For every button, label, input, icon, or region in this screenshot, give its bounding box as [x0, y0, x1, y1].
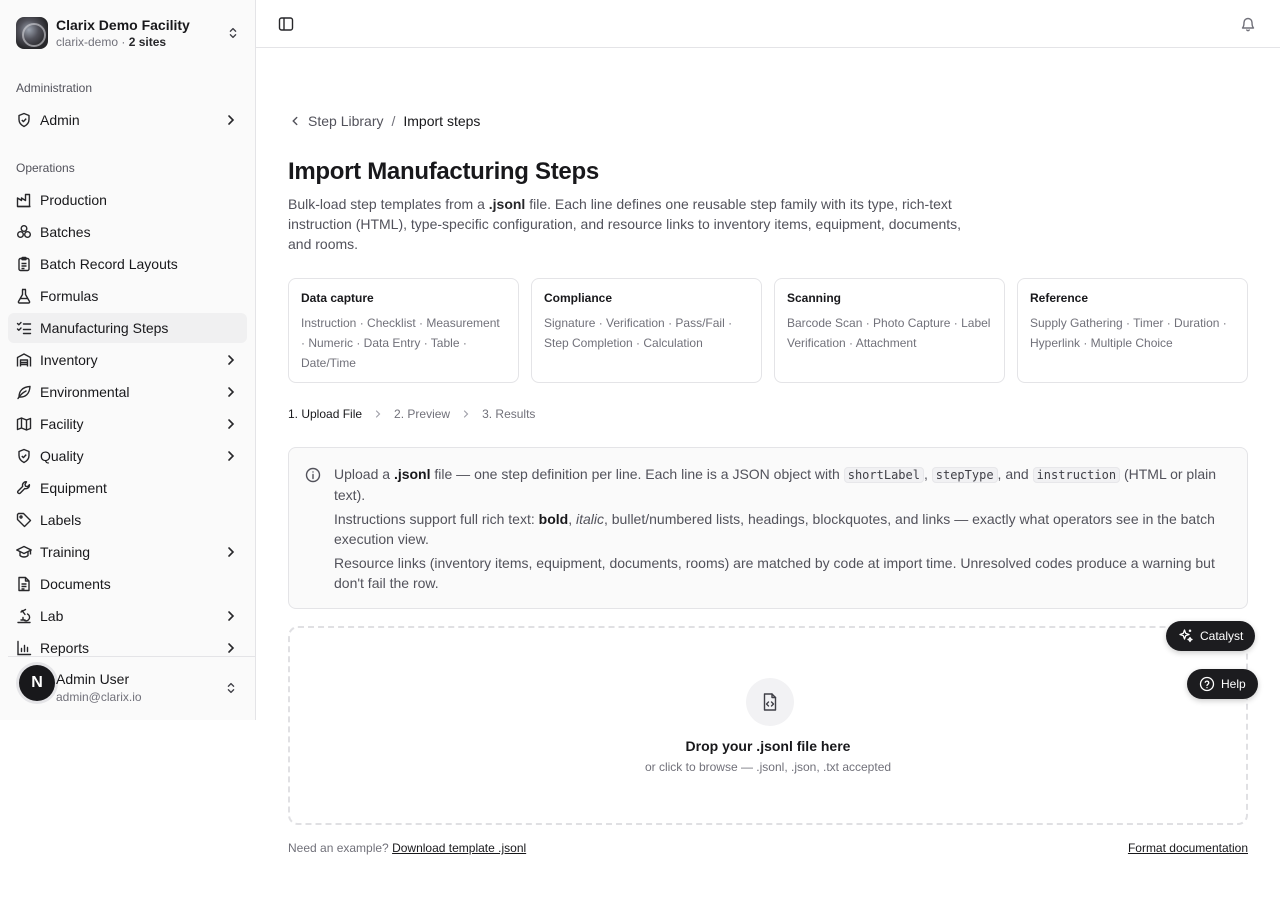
shield-check-icon [16, 448, 32, 464]
file-text-icon [16, 576, 32, 592]
sidebar-item-batches[interactable]: Batches [8, 217, 247, 247]
sidebar-item-labels[interactable]: Labels [8, 505, 247, 535]
help-circle-icon [1199, 676, 1215, 692]
chevron-right-icon [375, 410, 381, 418]
user-name: Admin User [56, 671, 130, 687]
wizard-stepper: 1. Upload File 2. Preview 3. Results [288, 407, 535, 421]
file-code-icon [746, 678, 794, 726]
boxes-icon [16, 224, 32, 240]
sparkles-icon [1179, 629, 1193, 643]
chevron-right-icon [228, 451, 235, 461]
chevron-right-icon [228, 643, 235, 653]
chevron-right-icon [228, 611, 235, 621]
microscope-icon [16, 608, 32, 624]
sidebar-item-quality[interactable]: Quality [8, 441, 247, 471]
warehouse-icon [16, 352, 32, 368]
sidebar-item-documents[interactable]: Documents [8, 569, 247, 599]
sidebar-item-inventory[interactable]: Inventory [8, 345, 247, 375]
format-documentation-link[interactable]: Format documentation [1128, 841, 1248, 855]
sidebar-item-batch-record-layouts[interactable]: Batch Record Layouts [8, 249, 247, 279]
org-subtitle: clarix-demo · 2 sites [56, 34, 167, 49]
sidebar-item-facility[interactable]: Facility [8, 409, 247, 439]
chevron-right-icon [228, 387, 235, 397]
group-label-administration: Administration [16, 81, 93, 95]
dropzone-subtitle: or click to browse — .jsonl, .json, .txt… [644, 760, 892, 774]
sidebar-item-production[interactable]: Production [8, 185, 247, 215]
flask-icon [16, 288, 32, 304]
sidebar: Clarix Demo Facility clarix-demo · 2 sit… [0, 0, 256, 720]
file-dropzone[interactable]: Drop your .jsonl file here or click to b… [288, 626, 1248, 825]
chevrons-up-down-icon [227, 682, 235, 694]
wrench-icon [16, 480, 32, 496]
sidebar-item-manufacturing-steps[interactable]: Manufacturing Steps [8, 313, 247, 343]
graduation-cap-icon [16, 544, 32, 560]
format-info-panel: Upload a .jsonl file — one step definiti… [288, 447, 1248, 609]
page-description: Bulk-load step templates from a .jsonl f… [288, 196, 962, 252]
breadcrumb: Step Library / Import steps [288, 113, 480, 129]
breadcrumb-step-library[interactable]: Step Library [308, 113, 383, 129]
download-template-link[interactable]: Download template .jsonl [392, 841, 526, 855]
user-email: admin@clarix.io [56, 690, 142, 704]
clipboard-list-icon [16, 256, 32, 272]
chevron-right-icon [228, 547, 235, 557]
group-label-operations: Operations [16, 161, 75, 175]
sidebar-item-admin[interactable]: Admin [8, 105, 247, 135]
avatar: N [19, 665, 55, 701]
dropzone-title: Drop your .jsonl file here [685, 738, 851, 754]
info-paragraph-resources: Resource links (inventory items, equipme… [334, 555, 1215, 591]
sidebar-item-equipment[interactable]: Equipment [8, 473, 247, 503]
tag-icon [16, 512, 32, 528]
catalyst-button[interactable]: Catalyst [1166, 621, 1256, 651]
help-button[interactable]: Help [1187, 669, 1258, 699]
bell-icon[interactable] [1240, 16, 1256, 32]
step-type-card-reference: Reference Supply Gathering · Timer · Dur… [1017, 278, 1248, 383]
chevron-right-icon [228, 115, 235, 125]
list-checks-icon [16, 320, 32, 336]
step-preview: 2. Preview [394, 407, 451, 421]
info-paragraph-format: Upload a .jsonl file — one step definiti… [334, 466, 1217, 503]
page-title: Import Manufacturing Steps [288, 158, 599, 185]
step-type-card-scanning: Scanning Barcode Scan · Photo Capture · … [774, 278, 1005, 383]
step-upload-file: 1. Upload File [288, 407, 363, 421]
step-results: 3. Results [482, 407, 536, 421]
factory-icon [16, 192, 32, 208]
sidebar-item-environmental[interactable]: Environmental [8, 377, 247, 407]
topbar [256, 0, 1280, 48]
map-icon [16, 416, 32, 432]
info-icon [305, 467, 321, 483]
breadcrumb-current: Import steps [403, 113, 481, 129]
user-menu[interactable]: N Admin User admin@clarix.io [8, 656, 255, 716]
org-name: Clarix Demo Facility [56, 16, 190, 33]
chevron-right-icon [228, 419, 235, 429]
info-paragraph-richtext: Instructions support full rich text: bol… [334, 511, 1215, 547]
sidebar-toggle-icon[interactable] [278, 16, 294, 32]
org-switcher[interactable]: Clarix Demo Facility clarix-demo · 2 sit… [16, 16, 240, 50]
footer-example: Need an example? Download template .json… [288, 841, 527, 855]
org-logo [16, 17, 48, 49]
bar-chart-icon [16, 640, 32, 656]
sidebar-item-lab[interactable]: Lab [8, 601, 247, 631]
chevron-left-icon[interactable] [288, 114, 302, 128]
chevrons-up-down-icon [229, 27, 237, 39]
step-type-card-compliance: Compliance Signature · Verification · Pa… [531, 278, 762, 383]
chevron-right-icon [228, 355, 235, 365]
step-type-card-data-capture: Data capture Instruction · Checklist · M… [288, 278, 519, 383]
shield-check-icon [16, 112, 32, 128]
sidebar-item-training[interactable]: Training [8, 537, 247, 567]
sidebar-item-formulas[interactable]: Formulas [8, 281, 247, 311]
chevron-right-icon [463, 410, 469, 418]
leaf-icon [16, 384, 32, 400]
